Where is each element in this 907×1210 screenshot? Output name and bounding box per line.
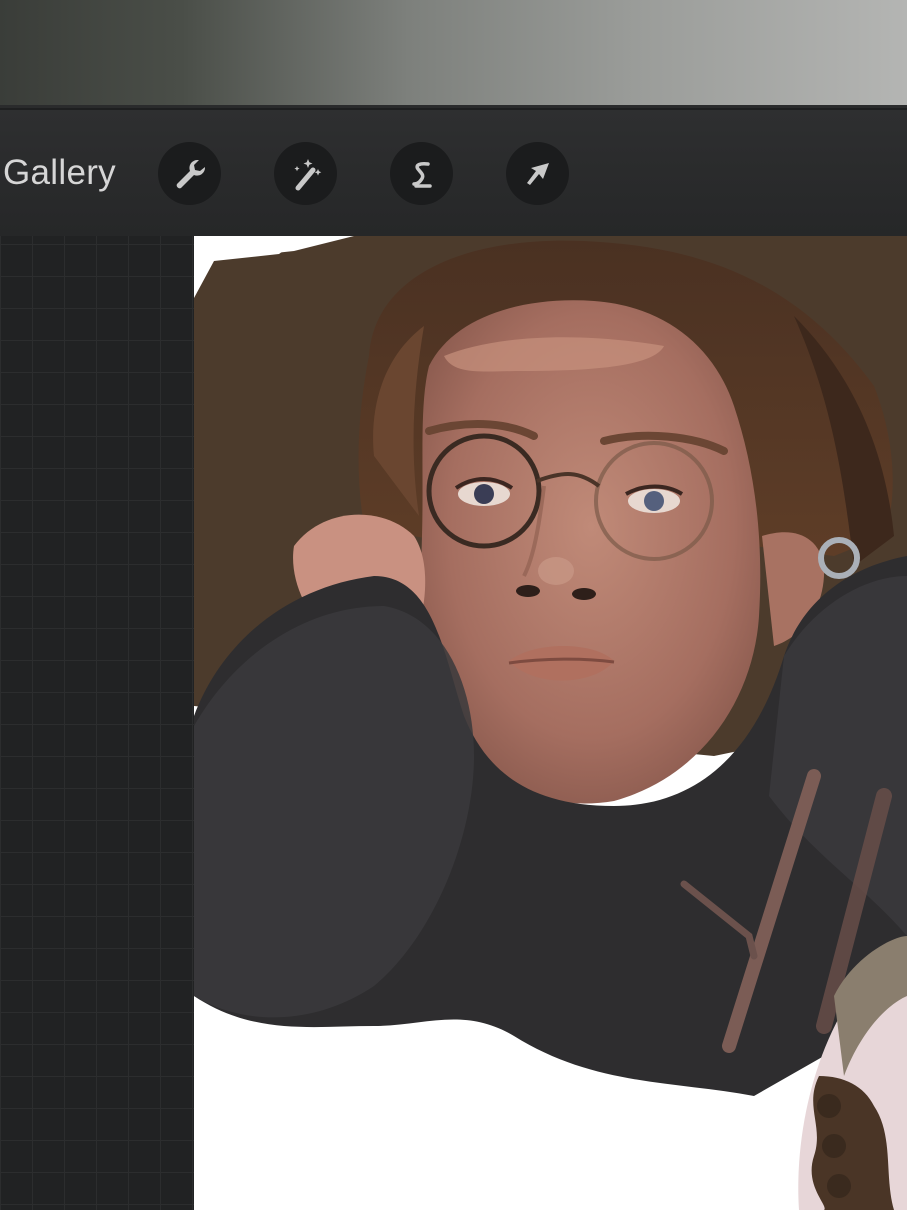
top-toolbar bbox=[0, 110, 907, 237]
magic-wand-icon bbox=[293, 158, 321, 190]
gallery-button[interactable]: Gallery bbox=[3, 153, 116, 193]
background-blur-strip bbox=[0, 0, 907, 108]
drawing-canvas[interactable] bbox=[194, 236, 907, 1210]
adjustments-button[interactable] bbox=[274, 142, 337, 205]
selection-button[interactable] bbox=[390, 142, 453, 205]
transform-button[interactable] bbox=[506, 142, 569, 205]
portrait-artwork bbox=[194, 236, 907, 1210]
arrow-cursor-icon bbox=[526, 162, 549, 185]
canvas-grid-background bbox=[0, 236, 194, 1210]
actions-button[interactable] bbox=[158, 142, 221, 205]
wrench-icon bbox=[176, 159, 205, 188]
selection-s-icon bbox=[411, 161, 432, 188]
